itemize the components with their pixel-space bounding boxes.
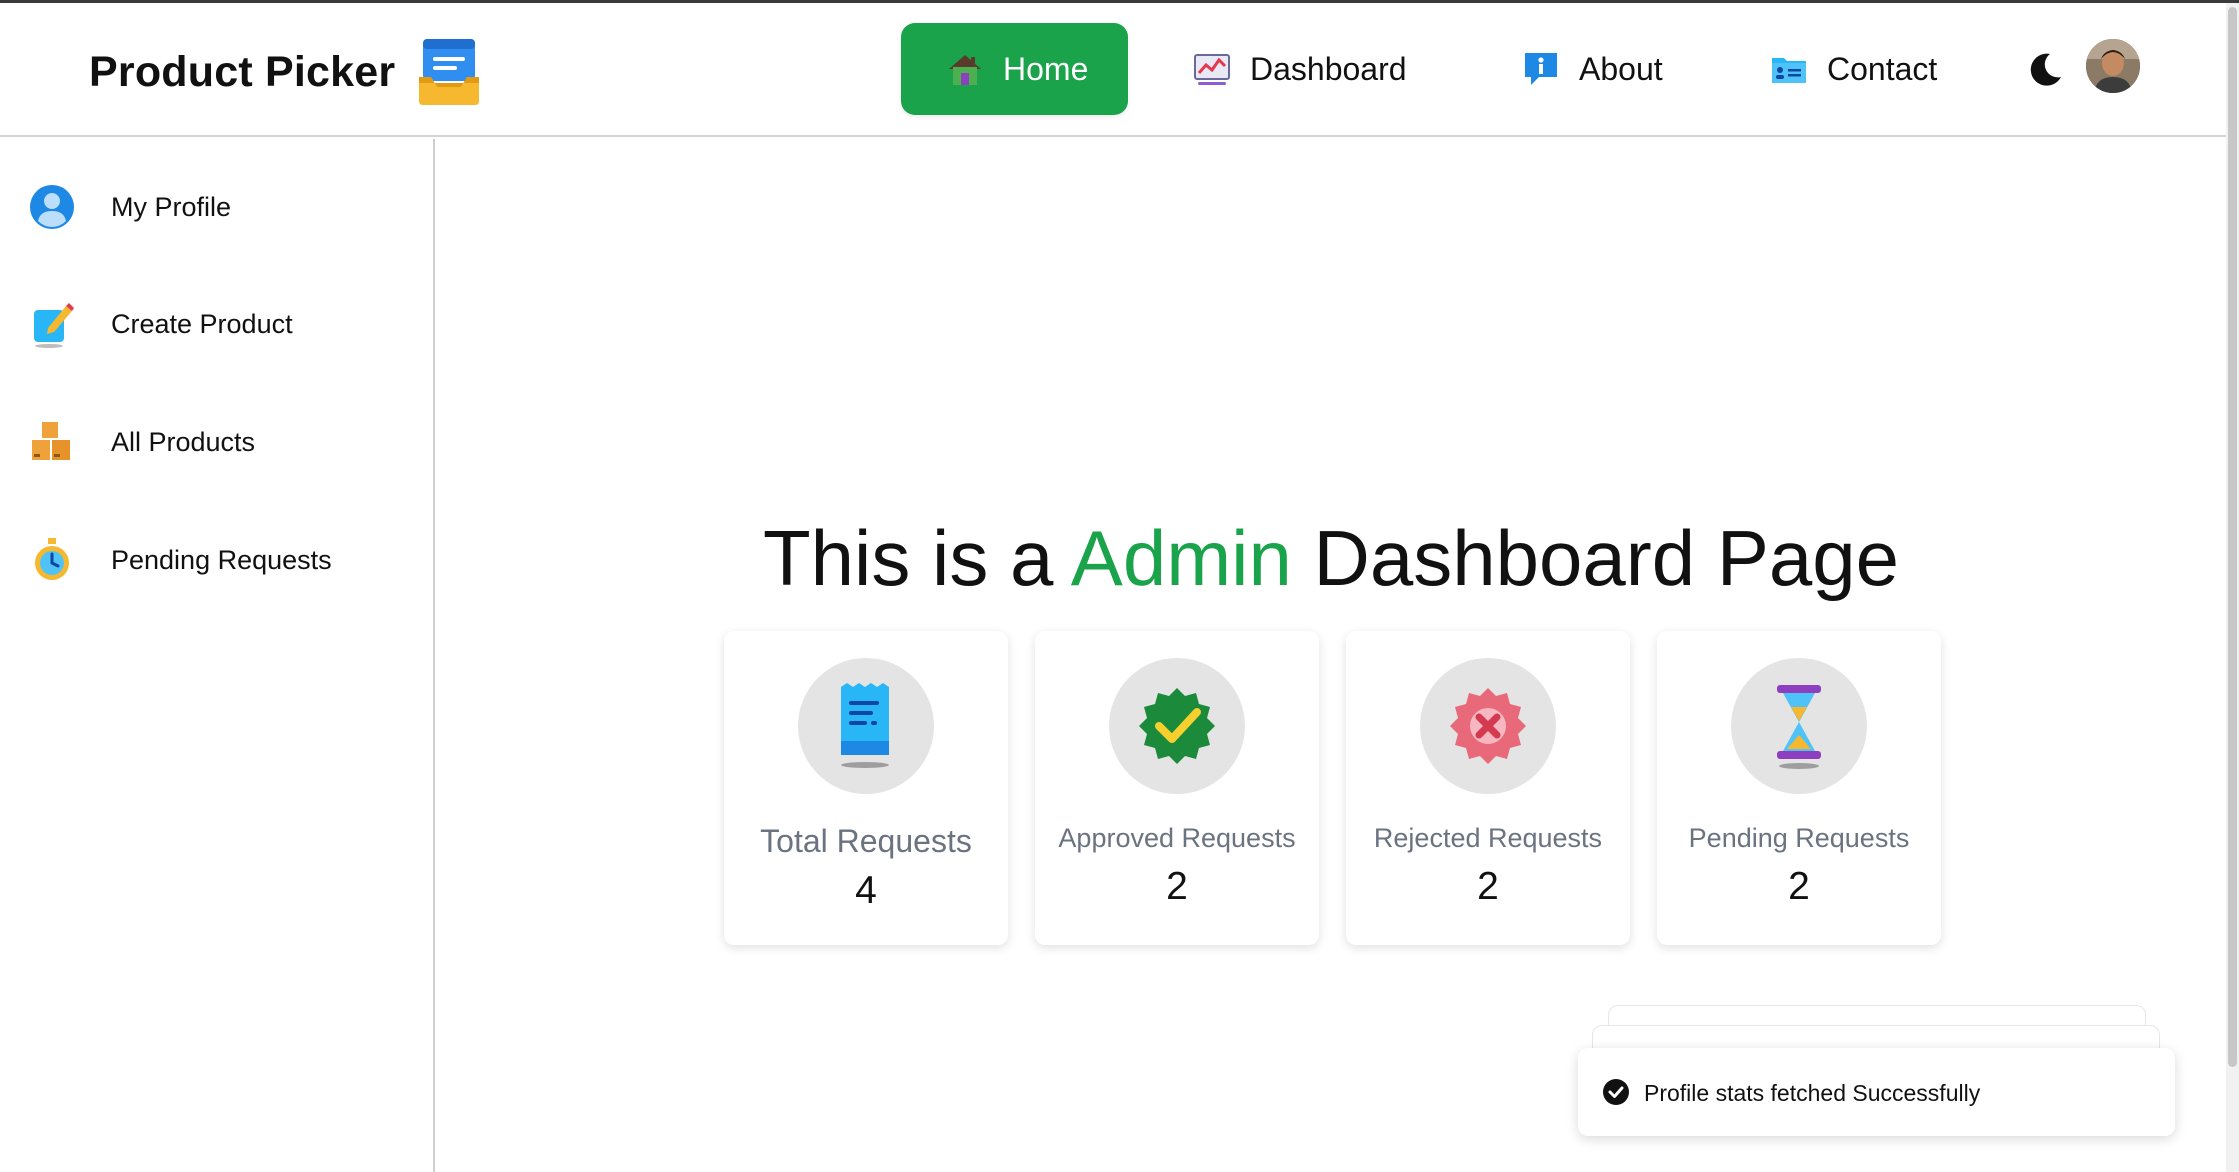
toast-notification[interactable]: Profile stats fetched Successfully xyxy=(1578,1048,2175,1136)
main-nav: Home Dashboard About Contact xyxy=(0,23,2226,115)
stat-label: Total Requests xyxy=(760,823,972,859)
sidebar-item-all-products[interactable]: All Products xyxy=(0,402,433,482)
check-circle-icon xyxy=(1603,1079,1629,1105)
theme-toggle[interactable] xyxy=(2026,51,2064,89)
moon-icon xyxy=(2030,53,2061,86)
stat-card-rejected-requests: Rejected Requests 2 xyxy=(1346,631,1630,945)
stat-value: 2 xyxy=(1166,865,1188,908)
boxes-icon xyxy=(32,422,70,460)
nav-contact-label: Contact xyxy=(1827,50,1938,87)
card-icon-circle xyxy=(1109,658,1245,794)
nav-home-label: Home xyxy=(1003,50,1089,87)
title-accent: Admin xyxy=(1070,514,1292,602)
info-icon xyxy=(1525,53,1557,85)
card-icon-circle xyxy=(1420,658,1556,794)
stopwatch-icon xyxy=(35,538,69,580)
nav-about[interactable]: About xyxy=(1521,23,1663,115)
check-badge-icon xyxy=(1139,688,1215,764)
sidebar: My Profile Create Product All Products P… xyxy=(0,139,435,1172)
house-icon xyxy=(949,55,981,85)
card-icon-circle xyxy=(798,658,934,794)
stat-label: Pending Requests xyxy=(1688,823,1910,853)
contact-card-icon xyxy=(1772,58,1806,83)
user-avatar[interactable] xyxy=(2086,39,2140,93)
edit-note-icon xyxy=(34,303,74,348)
sidebar-item-pending-requests[interactable]: Pending Requests xyxy=(0,520,433,600)
app-root: Product Picker Home Dashboard About Cont… xyxy=(0,0,2239,1172)
sidebar-item-label: All Products xyxy=(111,426,256,457)
sidebar-item-create-product[interactable]: Create Product xyxy=(0,284,433,364)
sidebar-item-label: My Profile xyxy=(111,191,232,222)
nav-contact[interactable]: Contact xyxy=(1769,23,1937,115)
stat-value: 2 xyxy=(1477,865,1499,908)
stat-label: Rejected Requests xyxy=(1373,823,1603,853)
user-icon xyxy=(30,185,74,229)
stat-label: Approved Requests xyxy=(1058,823,1296,853)
stat-card-pending-requests: Pending Requests 2 xyxy=(1657,631,1941,945)
stat-card-total-requests: Total Requests 4 xyxy=(724,631,1008,945)
toast-message: Profile stats fetched Successfully xyxy=(1644,1080,1981,1106)
nav-dashboard-label: Dashboard xyxy=(1250,50,1407,87)
sidebar-item-label: Pending Requests xyxy=(111,544,332,575)
nav-dashboard[interactable]: Dashboard xyxy=(1192,23,1407,115)
top-navbar: Product Picker Home Dashboard About Cont… xyxy=(0,3,2226,137)
x-badge-icon xyxy=(1450,688,1526,764)
stat-value: 4 xyxy=(855,869,877,912)
title-prefix: This is a xyxy=(763,514,1071,602)
stat-value: 2 xyxy=(1788,865,1810,908)
nav-home[interactable]: Home xyxy=(901,23,1129,115)
card-icon-circle xyxy=(1731,658,1867,794)
sidebar-item-label: Create Product xyxy=(111,308,293,339)
page-scrollbar-thumb[interactable] xyxy=(2228,7,2237,1067)
title-suffix: Dashboard Page xyxy=(1291,514,1899,602)
hourglass-icon xyxy=(1777,685,1821,769)
stat-card-approved-requests: Approved Requests 2 xyxy=(1035,631,1319,945)
sidebar-item-my-profile[interactable]: My Profile xyxy=(0,167,433,247)
chart-icon xyxy=(1194,54,1230,85)
nav-about-label: About xyxy=(1579,50,1663,87)
page-title: This is a Admin Dashboard Page xyxy=(436,513,2226,604)
receipt-icon xyxy=(841,683,889,768)
